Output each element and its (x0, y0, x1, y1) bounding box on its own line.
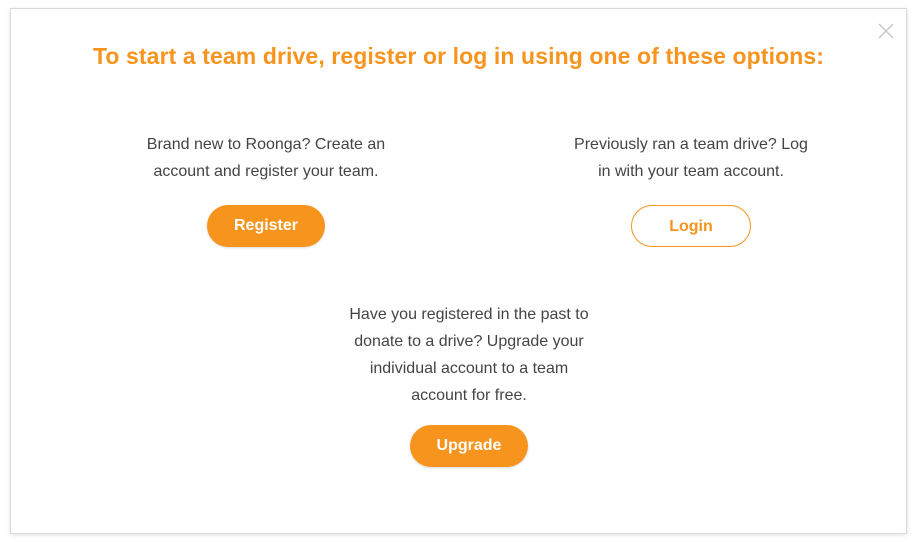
close-button[interactable] (872, 17, 900, 45)
dialog-title: To start a team drive, register or log i… (92, 43, 825, 69)
upgrade-button[interactable]: Upgrade (410, 425, 528, 467)
upgrade-option: Have you registered in the past to donat… (299, 301, 639, 467)
register-option: Brand new to Roonga? Create an account a… (101, 131, 431, 247)
close-icon[interactable] (872, 17, 900, 45)
register-button[interactable]: Register (207, 205, 325, 247)
team-drive-dialog: To start a team drive, register or log i… (10, 8, 907, 534)
upgrade-description-line-2: donate to a drive? Upgrade your (354, 333, 584, 350)
login-description-line-2: in with your team account. (598, 163, 784, 180)
login-button[interactable]: Login (631, 205, 751, 247)
upgrade-description-line-1: Have you registered in the past to (349, 306, 589, 323)
login-option: Previously ran a team drive? Log in with… (521, 131, 861, 247)
upgrade-description-line-4: account for free. (411, 387, 527, 404)
register-description-line-2: account and register your team. (153, 163, 379, 180)
register-description-line-1: Brand new to Roonga? Create an (146, 136, 386, 153)
upgrade-description-line-3: individual account to a team (369, 360, 569, 377)
login-description-line-1: Previously ran a team drive? Log (574, 136, 808, 153)
